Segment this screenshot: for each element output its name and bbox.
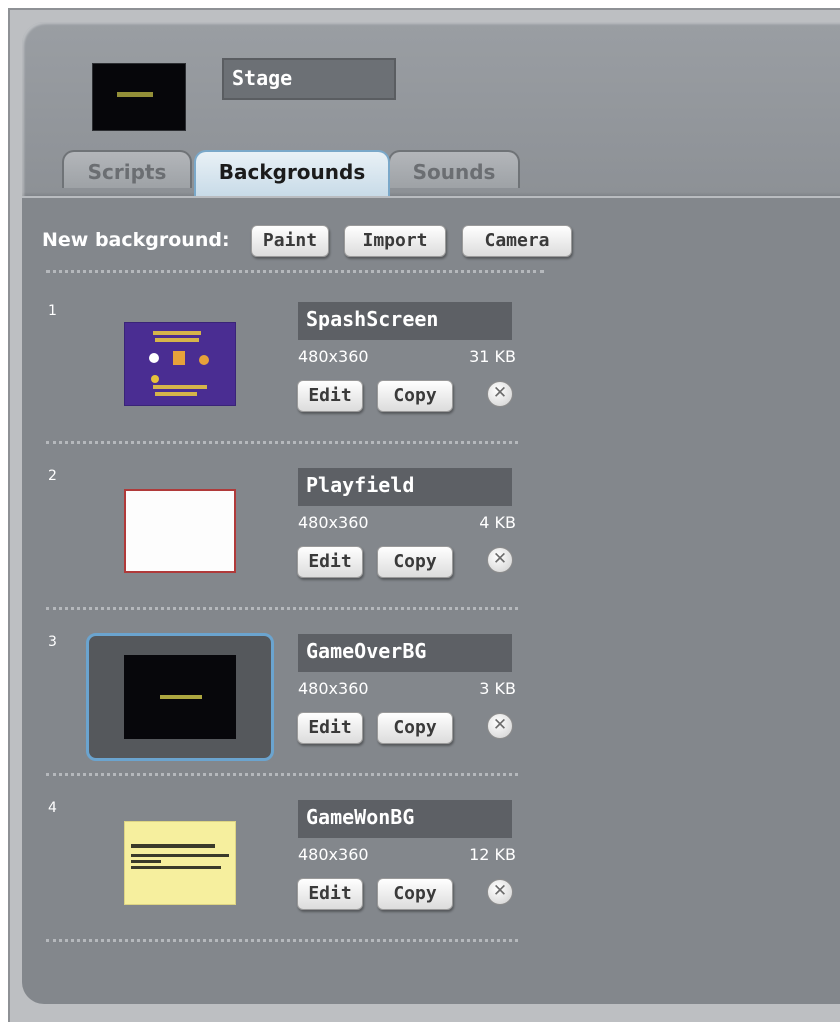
sprite-name-field[interactable]: Stage — [222, 58, 396, 100]
costume-size: 31 KB — [469, 347, 516, 366]
separator — [46, 607, 518, 610]
tab-backgrounds[interactable]: Backgrounds — [194, 150, 390, 196]
costume-size: 4 KB — [479, 513, 516, 532]
costume-number: 1 — [48, 303, 57, 319]
costume-dimensions: 480x360 — [298, 679, 369, 698]
costume-number: 2 — [48, 468, 57, 484]
costume-thumbnail[interactable] — [124, 322, 236, 406]
costume-name-field[interactable]: GameOverBG — [298, 634, 512, 672]
costume-number: 4 — [48, 800, 57, 816]
copy-button[interactable]: Copy — [377, 380, 453, 412]
copy-button[interactable]: Copy — [377, 878, 453, 910]
edit-button[interactable]: Edit — [297, 380, 363, 412]
costume-dimensions: 480x360 — [298, 845, 369, 864]
paint-button[interactable]: Paint — [251, 225, 329, 257]
costume-name-field[interactable]: GameWonBG — [298, 800, 512, 838]
edit-button[interactable]: Edit — [297, 712, 363, 744]
costume-dimensions: 480x360 — [298, 347, 369, 366]
costume-name-field[interactable]: Playfield — [298, 468, 512, 506]
new-background-label: New background: — [42, 229, 230, 251]
close-icon[interactable]: ✕ — [487, 879, 513, 905]
costume-name-field[interactable]: SpashScreen — [298, 302, 512, 340]
copy-button[interactable]: Copy — [377, 712, 453, 744]
costume-size: 3 KB — [479, 679, 516, 698]
tab-scripts[interactable]: Scripts — [62, 150, 192, 188]
costume-thumbnail[interactable] — [124, 821, 236, 905]
copy-button[interactable]: Copy — [377, 546, 453, 578]
import-button[interactable]: Import — [344, 225, 446, 257]
costume-number: 3 — [48, 634, 57, 650]
costume-dimensions: 480x360 — [298, 513, 369, 532]
tab-sounds[interactable]: Sounds — [388, 150, 520, 188]
stage-thumbnail[interactable] — [92, 63, 186, 131]
edit-button[interactable]: Edit — [297, 878, 363, 910]
camera-button[interactable]: Camera — [462, 225, 572, 257]
close-icon[interactable]: ✕ — [487, 547, 513, 573]
separator — [46, 773, 518, 776]
edit-button[interactable]: Edit — [297, 546, 363, 578]
close-icon[interactable]: ✕ — [487, 381, 513, 407]
separator — [46, 441, 518, 444]
costume-size: 12 KB — [469, 845, 516, 864]
separator — [46, 270, 544, 273]
separator — [46, 939, 518, 942]
close-icon[interactable]: ✕ — [487, 713, 513, 739]
costume-thumbnail[interactable] — [124, 489, 236, 573]
costume-thumbnail[interactable] — [124, 655, 236, 739]
